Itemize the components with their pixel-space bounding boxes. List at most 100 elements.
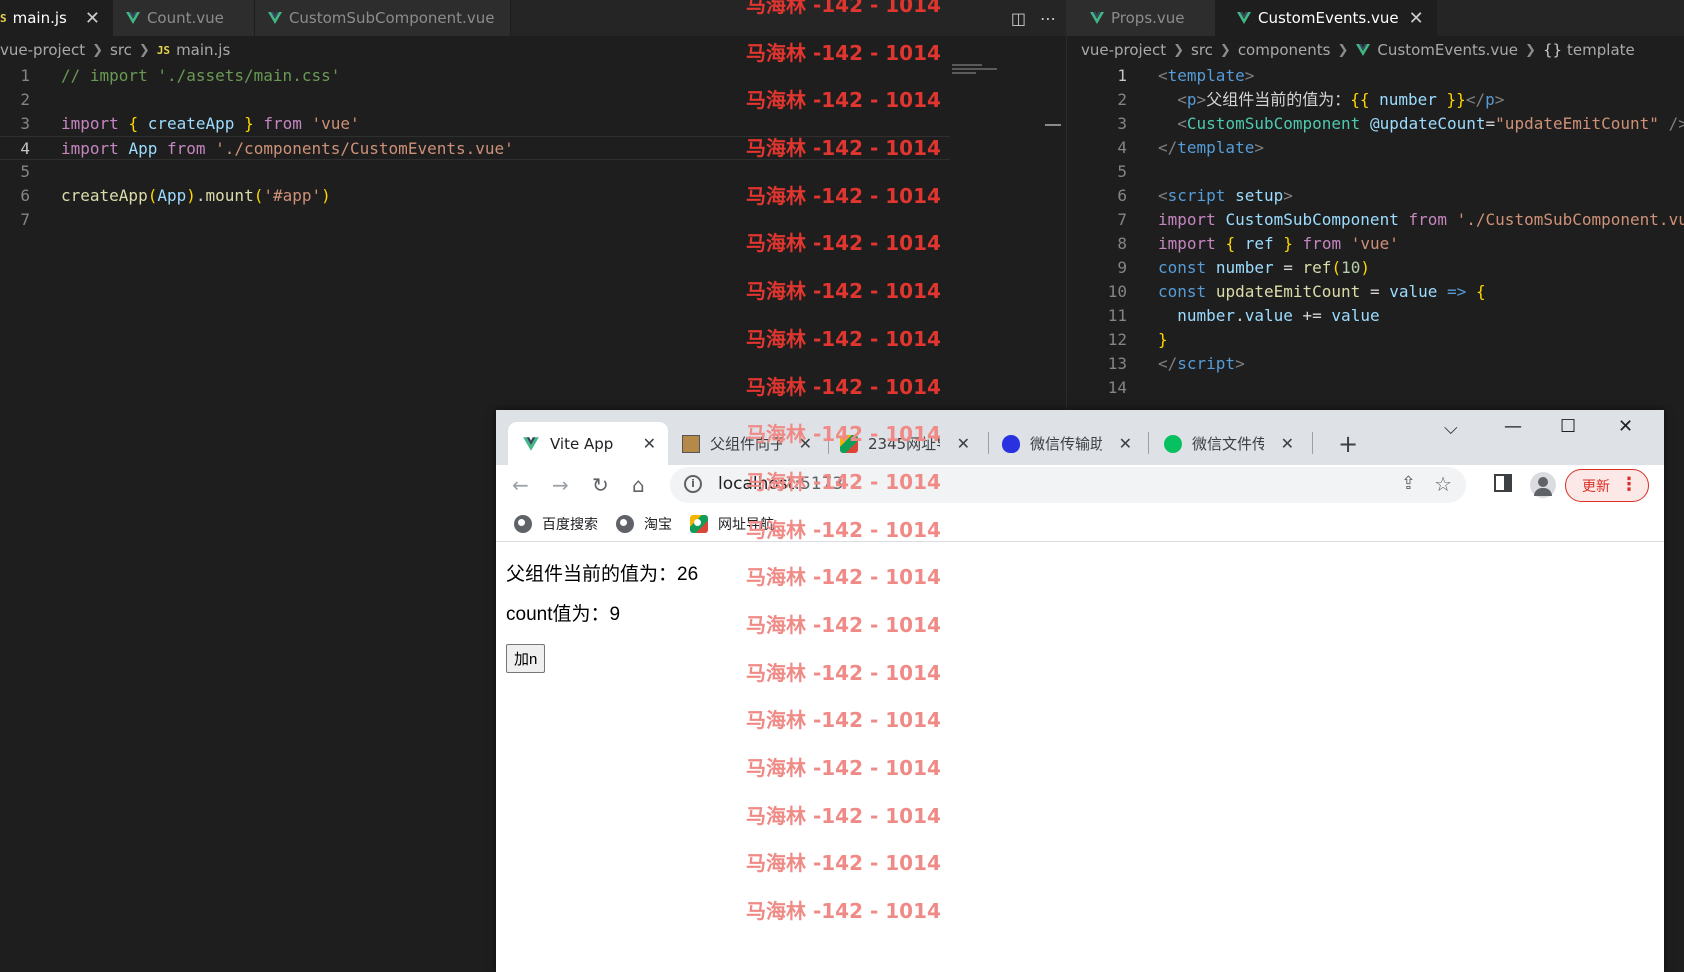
code-line: 6 createApp(App).mount('#app') (0, 184, 1066, 208)
breadcrumb-item[interactable]: vue-project (1081, 41, 1166, 59)
minimap[interactable] (952, 64, 997, 76)
tab-customevents-vue[interactable]: CustomEvents.vue ✕ (1216, 0, 1437, 36)
line-number: 9 (1117, 258, 1127, 277)
back-icon[interactable]: ← (512, 473, 529, 497)
browser-tab-vite-app[interactable]: Vite App ✕ (508, 422, 668, 465)
tab-label: Count.vue (146, 9, 224, 27)
close-tab-icon[interactable]: ✕ (1119, 434, 1132, 453)
line-number: 2 (1117, 90, 1127, 109)
split-editor-icon[interactable]: ◫ (1011, 9, 1026, 28)
breadcrumb-item[interactable]: src (110, 41, 132, 59)
globe-icon (616, 515, 634, 533)
braces-icon: {} (1542, 41, 1563, 59)
line-number: 7 (1117, 210, 1127, 229)
code-line: 4 </template> (1097, 136, 1684, 160)
tab-label: main.js (12, 9, 67, 27)
tab-search-chevron-icon[interactable]: ⌵ (1444, 418, 1458, 439)
code-line: 2 <p>父组件当前的值为：{{ number }}</p> (1097, 88, 1684, 112)
maximize-icon[interactable]: ☐ (1560, 416, 1576, 437)
new-tab-icon[interactable]: + (1338, 430, 1358, 458)
breadcrumb-item[interactable]: main.js (176, 41, 230, 59)
breadcrumb-item[interactable]: CustomEvents.vue (1377, 41, 1518, 59)
tab-main-js[interactable]: S main.js ✕ (0, 0, 113, 36)
close-tab-icon[interactable]: ✕ (799, 434, 812, 453)
update-button[interactable]: 更新 ⋮ (1565, 469, 1649, 502)
left-editor-tabbar: S main.js ✕ Count.vue CustomSubComponent… (0, 0, 1066, 36)
line-number: 5 (20, 162, 30, 181)
browser-tab-label: Vite App (550, 434, 614, 453)
close-tab-icon[interactable]: ✕ (85, 8, 100, 29)
line-number: 7 (20, 210, 30, 229)
parent-value-text: 父组件当前的值为：26 (506, 562, 1654, 588)
line-number: 8 (1117, 234, 1127, 253)
share-icon[interactable]: ⇪ (1401, 473, 1416, 494)
forward-icon[interactable]: → (552, 473, 569, 497)
code-line: 10 const updateEmitCount = value => { (1097, 280, 1684, 304)
breadcrumb-item[interactable]: template (1567, 41, 1635, 59)
menu-dots-icon[interactable]: ⋮ (1620, 474, 1638, 495)
chevron-right-icon: ❯ (1173, 42, 1184, 58)
url-host: localhost (718, 474, 795, 494)
code-editor[interactable]: 1 <template> 2 <p>父组件当前的值为：{{ number }}</… (1097, 64, 1684, 400)
editor-actions: ◫ ⋯ (1011, 0, 1056, 36)
code-line: 13 </script> (1097, 352, 1684, 376)
right-editor-tabbar: Props.vue CustomEvents.vue ✕ (1067, 0, 1684, 36)
line-number: 13 (1107, 354, 1127, 373)
parent-value: 26 (677, 564, 699, 585)
more-icon[interactable]: ⋯ (1040, 9, 1056, 28)
browser-tab[interactable]: 微信传输助手 ✕ (992, 422, 1144, 465)
code-line: 7 import CustomSubComponent from './Custo… (1097, 208, 1684, 232)
close-tab-icon[interactable]: ✕ (1409, 8, 1424, 29)
profile-avatar-icon[interactable] (1530, 472, 1556, 498)
globe-icon (514, 515, 532, 533)
close-tab-icon[interactable]: ✕ (1281, 434, 1294, 453)
code-line: 1 <template> (1097, 64, 1684, 88)
line-number: 3 (1117, 114, 1127, 133)
tab-label: Props.vue (1111, 9, 1185, 27)
bookmark-star-icon[interactable]: ☆ (1434, 472, 1452, 496)
browser-toolbar: ← → ↻ ⌂ i localhost:5173 ⇪ ☆ 更新 ⋮ (496, 465, 1664, 505)
tab-customsubcomponent-vue[interactable]: CustomSubComponent.vue (254, 0, 511, 36)
code-line: 8 import { ref } from 'vue' (1097, 232, 1684, 256)
code-editor[interactable]: 1// import './assets/main.css' 2 3 import… (0, 64, 1066, 232)
home-icon[interactable]: ⌂ (632, 473, 645, 497)
js-file-icon: JS (156, 43, 171, 57)
reload-icon[interactable]: ↻ (592, 473, 609, 497)
browser-window: Vite App ✕ 父组件向子组件 ✕ 2345网址导航 ✕ 微信传输助手 ✕… (496, 410, 1664, 972)
minimize-icon[interactable]: — (1504, 416, 1522, 437)
browser-tab[interactable]: 微信文件传输 ✕ (1154, 422, 1306, 465)
window-close-icon[interactable]: ✕ (1618, 416, 1633, 437)
code-line: 14 (1097, 376, 1684, 400)
bookmark-baidu[interactable]: 百度搜索 (514, 514, 598, 534)
close-tab-icon[interactable]: ✕ (957, 434, 970, 453)
browser-tab[interactable]: 父组件向子组件 ✕ (672, 422, 824, 465)
line-number: 4 (1117, 138, 1127, 157)
line-number: 5 (1117, 162, 1127, 181)
tab-separator (988, 432, 989, 454)
scrollbar-marker[interactable] (1045, 124, 1061, 126)
bookmark-2345[interactable]: 网址导航 (690, 514, 774, 534)
breadcrumb-item[interactable]: vue-project (0, 41, 85, 59)
browser-tab-label: 父组件向子组件 (710, 435, 782, 453)
code-line: 11 number.value += value (1097, 304, 1684, 328)
site-info-icon[interactable]: i (684, 475, 702, 493)
code-line: 6 <script setup> (1097, 184, 1684, 208)
tab-props-vue[interactable]: Props.vue (1067, 0, 1216, 36)
tab-count-vue[interactable]: Count.vue (112, 0, 255, 36)
close-tab-icon[interactable]: ✕ (643, 434, 656, 453)
line-number: 1 (1117, 66, 1127, 85)
line-number: 6 (20, 186, 30, 205)
code-line: 1// import './assets/main.css' (0, 64, 1066, 88)
breadcrumb-item[interactable]: components (1238, 41, 1331, 59)
side-panel-icon[interactable] (1494, 474, 1512, 492)
code-line: 3 <CustomSubComponent @updateCount="upda… (1097, 112, 1684, 136)
bookmark-label: 网址导航 (718, 517, 774, 533)
code-line: 5 (0, 160, 1066, 184)
breadcrumb-item[interactable]: src (1191, 41, 1213, 59)
browser-tab[interactable]: 2345网址导航 ✕ (830, 422, 982, 465)
bookmark-taobao[interactable]: 淘宝 (616, 514, 672, 534)
2345-icon (690, 515, 708, 533)
add-n-button[interactable]: 加n (506, 644, 546, 673)
address-bar[interactable]: i localhost:5173 ⇪ ☆ (670, 467, 1466, 503)
chevron-right-icon: ❯ (1525, 42, 1536, 58)
